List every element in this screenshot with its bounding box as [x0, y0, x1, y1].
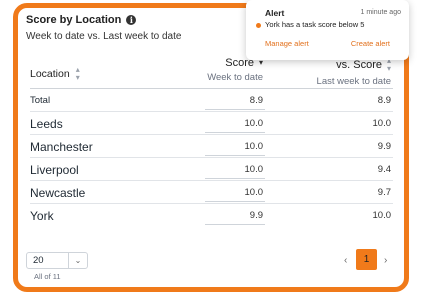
card-subtitle: Week to date vs. Last week to date: [26, 31, 182, 42]
vs-score-column-header[interactable]: vs. Score ▴ ▾ Last week to date: [316, 57, 391, 88]
row-location: Total: [30, 95, 51, 106]
create-alert-link[interactable]: Create alert: [351, 39, 390, 48]
row-score: 10.0: [206, 187, 265, 202]
page-size-select[interactable]: 20 ⌄: [26, 252, 88, 269]
row-location: York: [30, 209, 54, 223]
alert-timestamp: 1 minute ago: [360, 9, 401, 16]
alert-popover: Alert 1 minute ago York has a task score…: [246, 0, 409, 60]
row-score: 10.0: [206, 164, 265, 179]
card-title-text: Score by Location: [26, 14, 122, 26]
row-score: 10.0: [206, 141, 265, 156]
table-header: Location ▴ ▾ Score ▾ Week to date vs. Sco…: [30, 57, 393, 88]
score-column-header[interactable]: Score ▾ Week to date: [207, 57, 263, 83]
row-score: 9.9: [204, 210, 266, 225]
row-vs-score: 9.7: [377, 187, 391, 198]
card-title: Score by Location i: [26, 14, 137, 26]
location-header-label: Location: [30, 68, 70, 80]
row-vs-score: 9.9: [377, 141, 391, 152]
manage-alert-link[interactable]: Manage alert: [265, 39, 309, 48]
table-row[interactable]: York 9.9 10.0: [30, 203, 393, 226]
row-location: Newcastle: [30, 186, 86, 200]
row-score: 10.0: [206, 118, 265, 133]
info-icon[interactable]: i: [126, 15, 137, 25]
row-location: Liverpool: [30, 163, 79, 177]
page-size-value: 20: [33, 255, 44, 266]
score-table: Location ▴ ▾ Score ▾ Week to date vs. Sco…: [30, 57, 393, 226]
previous-page-button[interactable]: ‹: [344, 255, 347, 266]
table-row[interactable]: Newcastle 10.0 9.7: [30, 180, 393, 203]
alert-title: Alert: [265, 8, 285, 18]
sort-descending-icon[interactable]: ▾: [259, 59, 263, 67]
current-page-button[interactable]: 1: [356, 249, 377, 270]
row-location: Manchester: [30, 140, 93, 154]
vs-score-header-sublabel: Last week to date: [316, 76, 391, 87]
table-row[interactable]: Leeds 10.0 10.0: [30, 111, 393, 134]
alert-message: York has a task score below 5: [265, 20, 365, 29]
row-vs-score: 10.0: [372, 210, 392, 221]
score-header-sublabel: Week to date: [207, 72, 263, 83]
table-row[interactable]: Manchester 10.0 9.9: [30, 134, 393, 157]
table-row[interactable]: Liverpool 10.0 9.4: [30, 157, 393, 180]
record-count: All of 11: [34, 272, 61, 281]
alert-status-dot: [256, 23, 261, 28]
row-location: Leeds: [30, 117, 63, 131]
next-page-button[interactable]: ›: [384, 255, 387, 266]
vs-score-header-label: vs. Score: [336, 59, 382, 71]
row-vs-score: 9.4: [377, 164, 391, 175]
table-row-total[interactable]: Total 8.9 8.9: [30, 88, 393, 111]
row-score: 8.9: [204, 95, 266, 110]
sort-icon[interactable]: ▴ ▾: [76, 66, 80, 82]
row-vs-score: 10.0: [372, 118, 392, 129]
location-column-header[interactable]: Location ▴ ▾: [30, 66, 80, 82]
row-vs-score: 8.9: [377, 95, 391, 106]
chevron-down-icon[interactable]: ⌄: [68, 253, 87, 268]
